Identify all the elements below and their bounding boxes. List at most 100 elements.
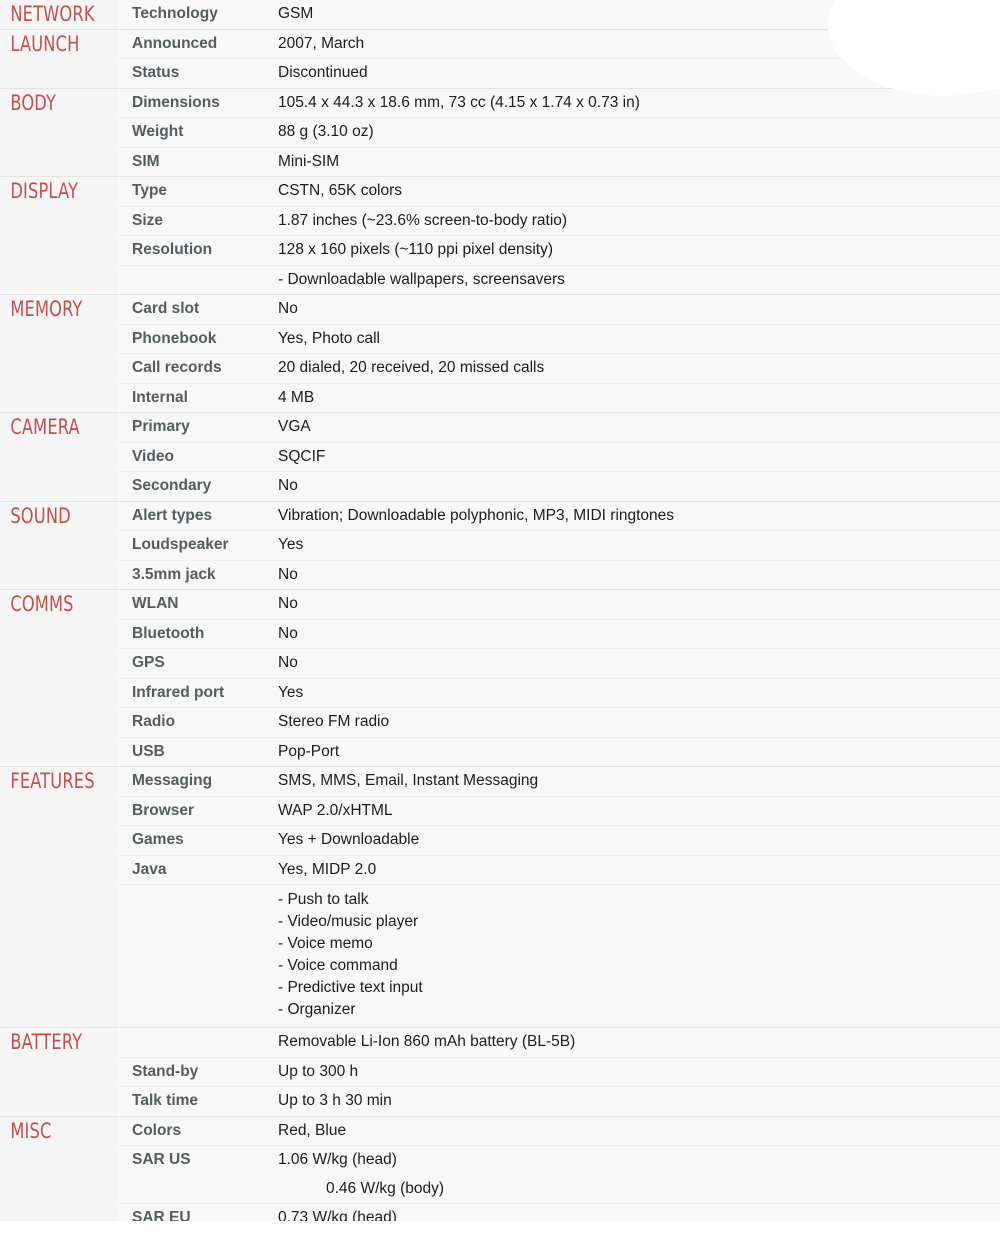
spec-key-label: Secondary — [132, 477, 212, 494]
spec-value: No — [278, 559, 1000, 590]
spec-value-text: Red, Blue — [278, 1121, 347, 1139]
spec-value-text: Removable Li-Ion 860 mAh battery (BL-5B) — [278, 1033, 576, 1050]
spec-row: MISC Colors Red, Blue — [0, 1115, 1000, 1234]
spec-value-text: Stereo FM radio — [278, 713, 390, 730]
spec-key-label: Status — [132, 64, 180, 81]
spec-key-label: Alert types — [132, 506, 213, 524]
section-label: FEATURES — [10, 769, 95, 793]
section-label: CAMERA — [10, 415, 80, 439]
phone-spec-sheet: NETWORK Technology GSM LAUNCH Announced 2007,… — [0, 0, 1000, 1234]
spec-key: Games — [118, 825, 278, 855]
spec-key-label: Browser — [132, 801, 195, 819]
spec-key: Java — [118, 854, 278, 885]
spec-key: Stand-by — [118, 1056, 278, 1087]
section-label: MISC — [10, 1118, 52, 1143]
spec-value-text: GSM — [278, 5, 314, 22]
spec-key: WLAN — [118, 589, 278, 619]
spec-key — [118, 264, 278, 295]
spec-key-label: Talk time — [132, 1092, 199, 1109]
spec-key-label: USB — [132, 742, 165, 760]
spec-key: 3.5mm jack — [118, 559, 278, 590]
spec-key-label: 3.5mm jack — [132, 565, 216, 583]
spec-value: Vibration; Downloadable polyphonic, MP3,… — [278, 500, 1000, 531]
spec-value-text: SMS, MMS, Email, Instant Messaging — [278, 772, 539, 789]
spec-value: Yes, MIDP 2.0 — [278, 854, 1000, 885]
spec-value: Mini-SIM — [278, 146, 1000, 177]
spec-key-label: SAR US — [132, 1151, 191, 1168]
section-label: NETWORK — [10, 2, 95, 26]
section-label: BODY — [10, 90, 57, 115]
section-label-cell-comms: COMMS — [0, 589, 118, 767]
spec-key: Announced — [118, 28, 278, 59]
spec-value: 88 g (3.10 oz) — [278, 117, 1000, 147]
feature-bullet-list: - Push to talk - Video/music player - Voic… — [278, 885, 1000, 1027]
spec-key-label: Dimensions — [132, 93, 220, 111]
spec-row: Browser WAP 2.0/xHTML — [0, 795, 1000, 826]
spec-value-text: Yes, MIDP 2.0 — [278, 860, 377, 878]
spec-value: No — [278, 618, 1000, 649]
spec-key-label: Weight — [132, 123, 184, 140]
feature-bullet-item: - Push to talk — [278, 891, 369, 908]
spec-key-label: Technology — [132, 5, 218, 22]
spec-value: 2007, March — [278, 28, 1000, 59]
section-label-cell-battery: BATTERY — [0, 1027, 118, 1116]
spec-row: Secondary No — [0, 471, 1000, 501]
section-label-cell-launch: LAUNCH — [0, 28, 118, 88]
spec-row: SIM Mini-SIM — [0, 146, 1000, 177]
spec-key: Technology — [118, 0, 278, 29]
spec-key: SAR US — [118, 1145, 278, 1204]
spec-key: Infrared port — [118, 677, 278, 708]
spec-key-label: Call records — [132, 359, 222, 376]
spec-value: - Push to talk - Video/music player - Voic… — [278, 884, 1000, 1028]
spec-value-text: 4 MB — [278, 388, 315, 406]
specifications-table: NETWORK Technology GSM LAUNCH Announced 2007,… — [0, 0, 1000, 1234]
spec-row: NETWORK Technology GSM — [0, 0, 1000, 29]
spec-key-label: Colors — [132, 1121, 182, 1139]
spec-value: Red, Blue — [278, 1115, 1000, 1146]
spec-key: Talk time — [118, 1086, 278, 1116]
spec-key-label: Stand-by — [132, 1062, 199, 1080]
spec-key-label: Internal — [132, 388, 188, 406]
spec-value-text: Yes — [278, 683, 304, 701]
spec-value-text: No — [278, 300, 298, 317]
spec-value-text: Up to 3 h 30 min — [278, 1092, 392, 1109]
section-label-cell-memory: MEMORY — [0, 294, 118, 413]
feature-bullet-item: - Predictive text input — [278, 979, 423, 996]
spec-value: Up to 300 h — [278, 1056, 1000, 1087]
spec-key — [118, 1027, 278, 1057]
spec-key: Radio — [118, 707, 278, 737]
spec-key-label: Announced — [132, 34, 218, 52]
spec-row: Talk time Up to 3 h 30 min — [0, 1086, 1000, 1116]
spec-value-text: Yes, Photo call — [278, 329, 380, 347]
spec-row: Loudspeaker Yes — [0, 530, 1000, 560]
spec-key: Bluetooth — [118, 618, 278, 649]
spec-row: Games Yes + Downloadable — [0, 825, 1000, 855]
spec-key-label: Video — [132, 447, 174, 465]
spec-value: 4 MB — [278, 382, 1000, 413]
spec-value: 20 dialed, 20 received, 20 missed calls — [278, 353, 1000, 383]
spec-value-secondary: 0.46 W/kg (body) — [326, 1179, 445, 1197]
spec-row: SAR US 1.06 W/kg (head) 0.46 W/kg (body) — [0, 1145, 1000, 1204]
spec-row: - Push to talk - Video/music player - Voic… — [0, 884, 1000, 1028]
spec-row: GPS No — [0, 648, 1000, 678]
spec-key-label: WLAN — [132, 595, 179, 612]
spec-value: Yes + Downloadable — [278, 825, 1000, 855]
spec-value: WAP 2.0/xHTML — [278, 795, 1000, 826]
spec-row: Phonebook Yes, Photo call — [0, 323, 1000, 354]
spec-row: CAMERA Primary VGA — [0, 412, 1000, 501]
spec-key-label: GPS — [132, 654, 165, 671]
spec-key: Dimensions — [118, 87, 278, 118]
feature-bullet-item: - Voice command — [278, 957, 398, 974]
spec-key-label: Resolution — [132, 241, 213, 258]
spec-key: Primary — [118, 412, 278, 442]
spec-value-text: Vibration; Downloadable polyphonic, MP3,… — [278, 506, 675, 524]
spec-value: GSM — [278, 0, 1000, 29]
spec-value-text: Yes — [278, 536, 304, 553]
feature-bullet-item: - Video/music player — [278, 913, 419, 930]
spec-value-text: 2007, March — [278, 34, 365, 52]
spec-row: Bluetooth No — [0, 618, 1000, 649]
spec-key-label: Type — [132, 182, 168, 199]
spec-key: Internal — [118, 382, 278, 413]
spec-value-text: 1.06 W/kg (head) — [278, 1151, 397, 1168]
spec-key-label: Infrared port — [132, 683, 225, 701]
